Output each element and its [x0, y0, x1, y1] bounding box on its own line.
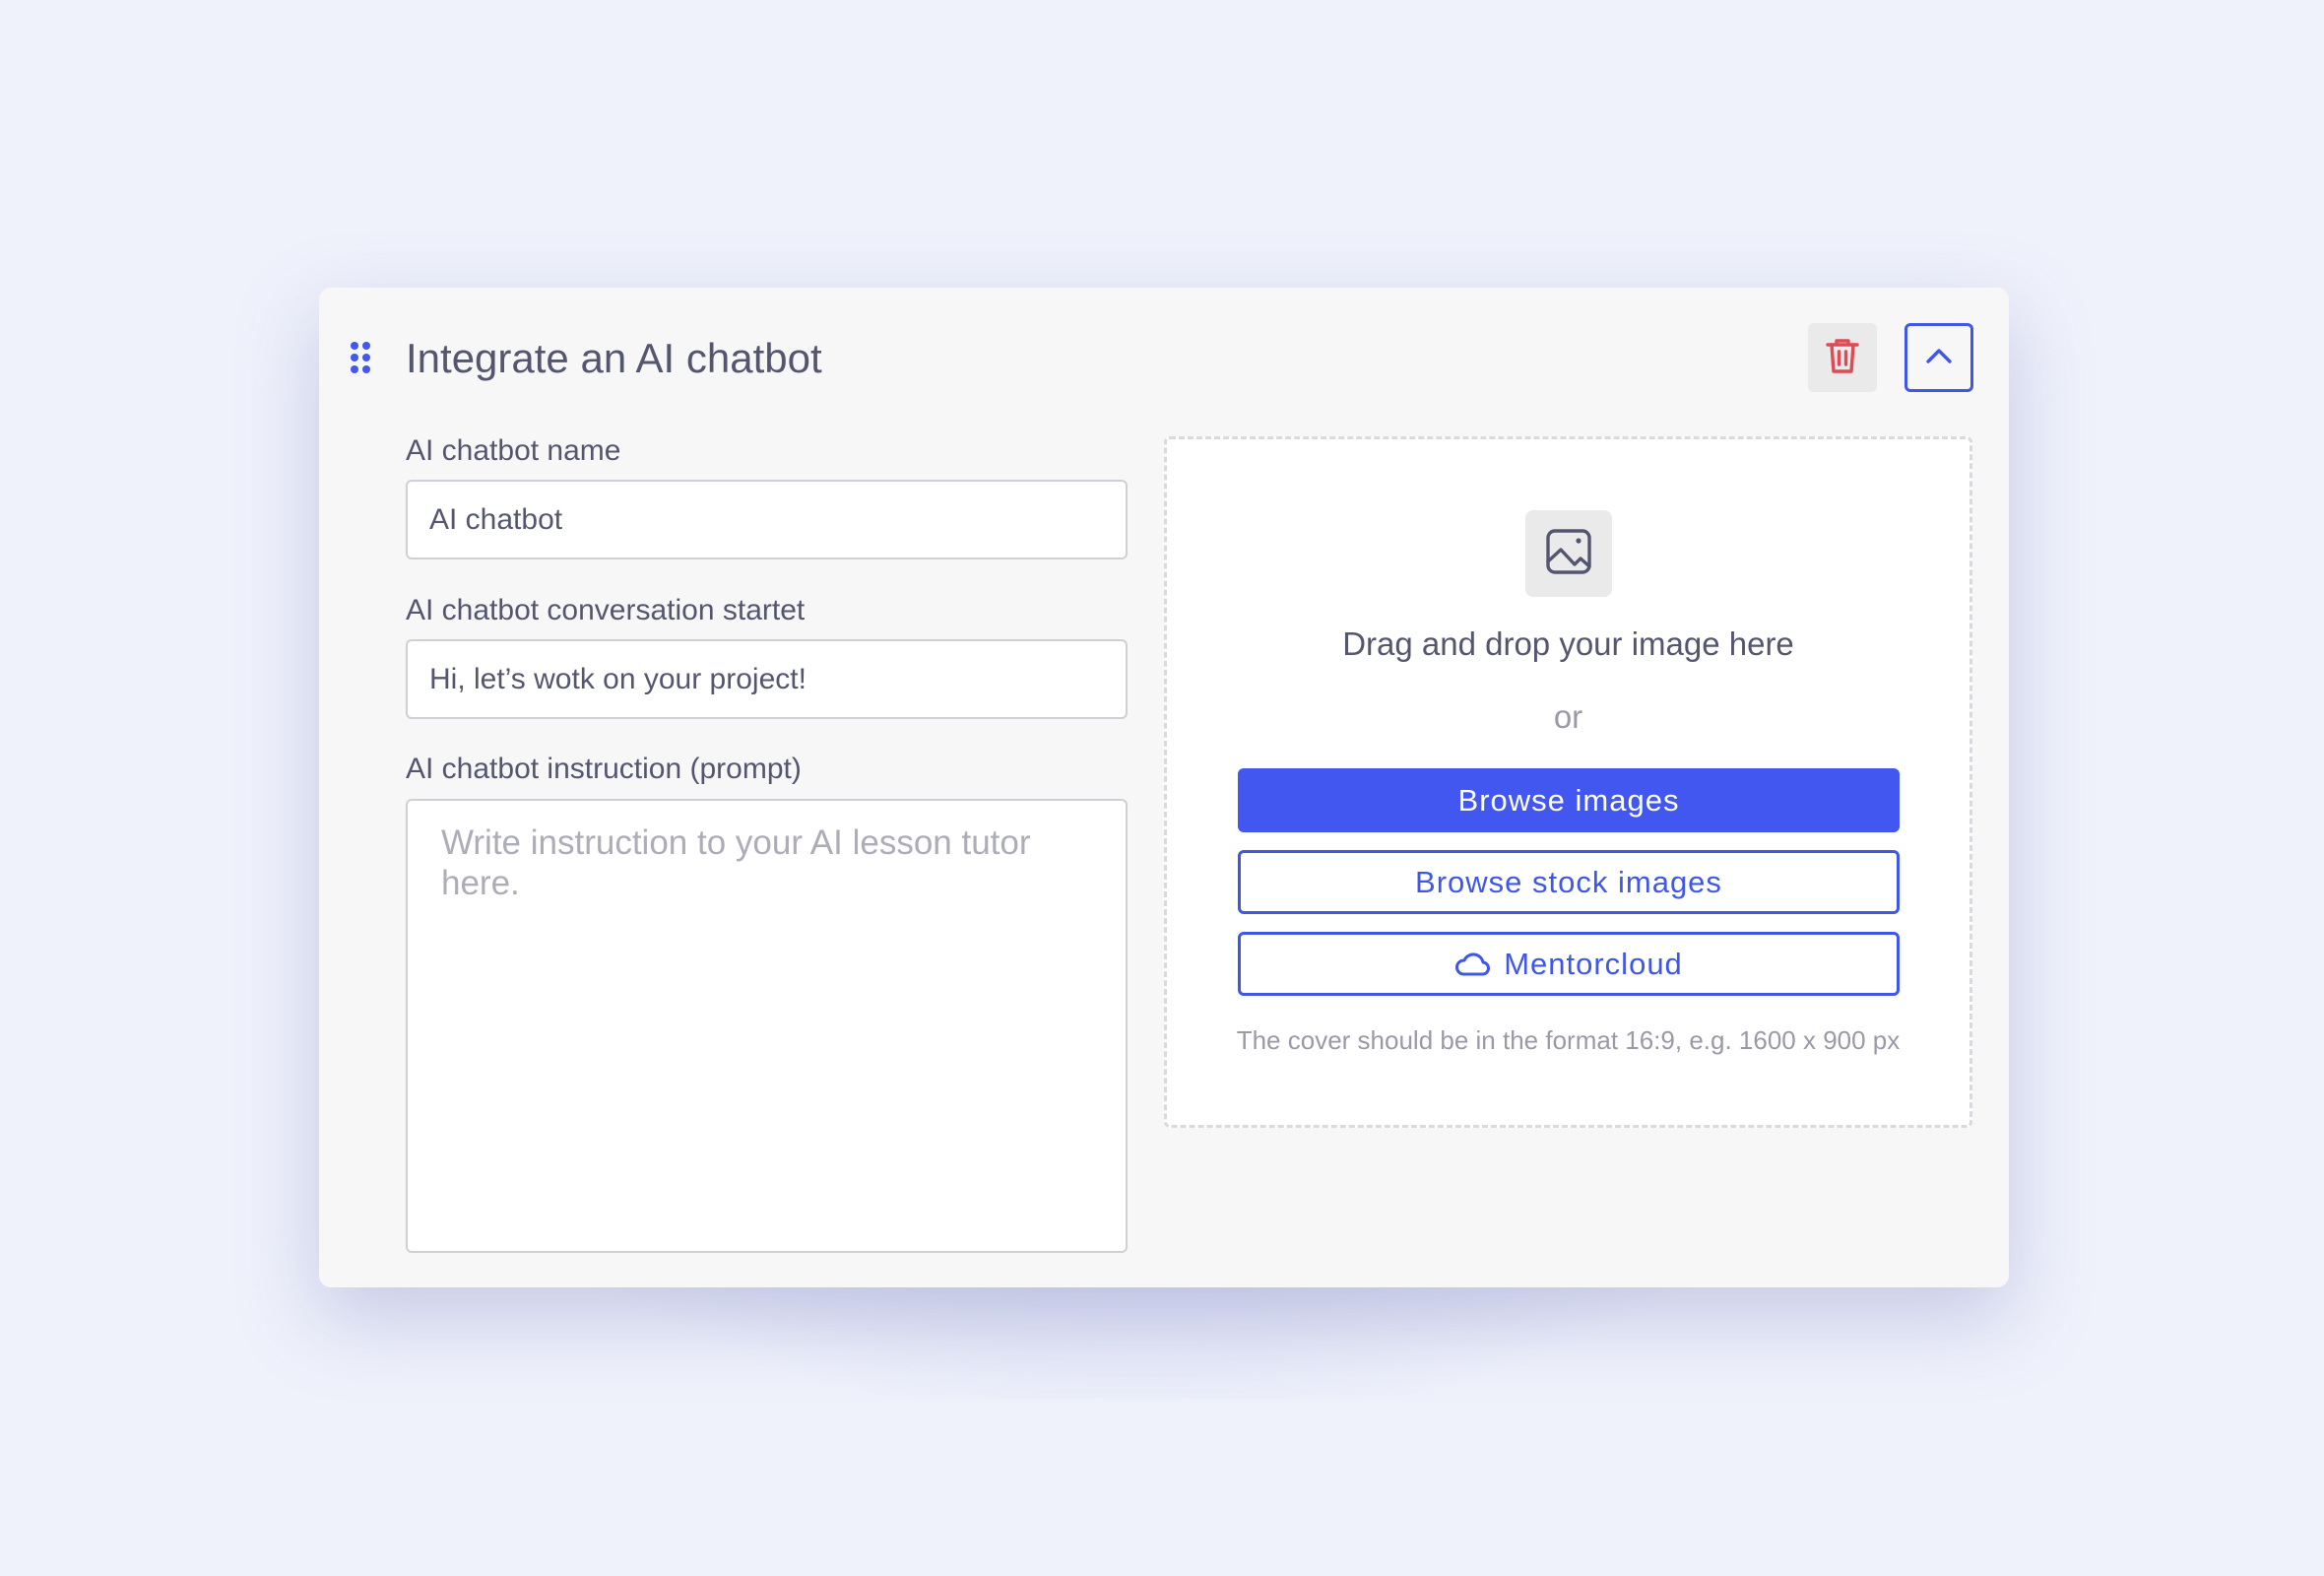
instruction-label: AI chatbot instruction (prompt) — [406, 753, 802, 785]
chatbot-block-card: Integrate an AI chatbot AI chatbot name … — [319, 288, 2009, 1287]
dropzone-or: or — [1553, 698, 1583, 735]
image-dropzone[interactable]: Drag and drop your image here or Browse … — [1164, 436, 1972, 1128]
chatbot-name-input[interactable] — [406, 480, 1128, 559]
image-icon-box — [1525, 510, 1612, 597]
instruction-textarea[interactable] — [406, 799, 1128, 1253]
browse-images-label: Browse images — [1457, 782, 1680, 818]
block-title: Integrate an AI chatbot — [406, 335, 822, 381]
conversation-starter-input[interactable] — [406, 639, 1128, 719]
collapse-button[interactable] — [1904, 323, 1973, 392]
chevron-up-icon — [1925, 347, 1953, 369]
chatbot-name-label: AI chatbot name — [406, 434, 621, 467]
trash-icon — [1825, 337, 1860, 379]
delete-button[interactable] — [1808, 323, 1877, 392]
dropzone-title: Drag and drop your image here — [1342, 625, 1794, 662]
mentorcloud-button[interactable]: Mentorcloud — [1238, 932, 1900, 996]
mentorcloud-label: Mentorcloud — [1504, 946, 1683, 981]
browse-stock-images-label: Browse stock images — [1415, 864, 1722, 899]
image-icon — [1544, 527, 1593, 581]
drag-handle-icon[interactable] — [349, 341, 372, 374]
browse-images-button[interactable]: Browse images — [1238, 768, 1900, 832]
browse-stock-images-button[interactable]: Browse stock images — [1238, 850, 1900, 914]
conversation-starter-label: AI chatbot conversation startet — [406, 594, 806, 626]
format-hint: The cover should be in the format 16:9, … — [1236, 1025, 1901, 1055]
cloud-icon — [1454, 952, 1491, 977]
